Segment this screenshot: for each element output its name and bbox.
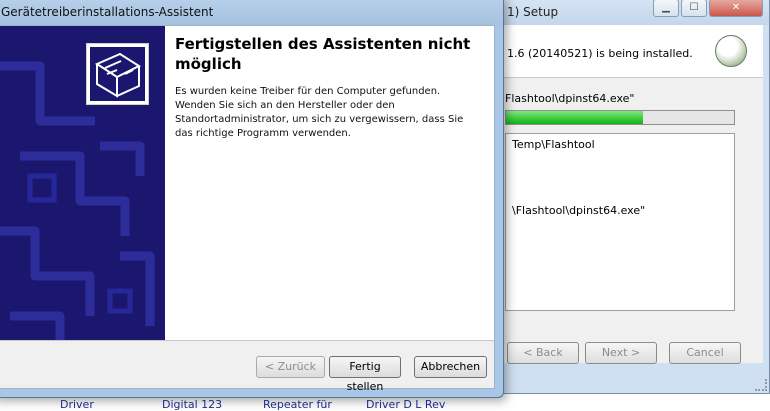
installer-badge-icon (715, 35, 747, 67)
setup-window: 1) Setup ▁ ☐ ✕ 1.6 (20140521) is being i… (480, 0, 770, 394)
log-line: \Flashtool\dpinst64.exe" (512, 204, 646, 217)
wizard-titlebar[interactable]: Gerätetreiberinstallations-Assistent (0, 0, 503, 25)
wizard-content: Fertigstellen des Assistenten nicht mögl… (165, 26, 494, 340)
wizard-heading: Fertigstellen des Assistenten nicht mögl… (175, 35, 471, 73)
setup-next-button[interactable]: Next > (585, 342, 657, 364)
install-progress-fill (506, 111, 643, 124)
minimize-button[interactable]: ▁ (653, 0, 679, 17)
maximize-button[interactable]: ☐ (681, 0, 707, 17)
setup-titlebar[interactable]: 1) Setup ▁ ☐ ✕ (481, 0, 769, 25)
close-button[interactable]: ✕ (709, 0, 763, 17)
wizard-window-title: Gerätetreiberinstallations-Assistent (1, 5, 214, 19)
setup-header: 1.6 (20140521) is being installed. (487, 25, 763, 78)
setup-back-button[interactable]: < Back (507, 342, 579, 364)
desktop-item-label[interactable]: Driver (60, 398, 94, 411)
desktop-item-label[interactable]: Driver D L Rev (366, 398, 445, 411)
wizard-finish-button[interactable]: Fertig stellen (329, 356, 401, 393)
desktop-item-label[interactable]: Digital 123 (162, 398, 222, 411)
wizard-cancel-button[interactable]: Abbrechen (414, 356, 487, 378)
wizard-side-panel (0, 26, 165, 340)
wizard-message: Es wurden keine Treiber für den Computer… (175, 86, 464, 139)
wizard-back-button[interactable]: < Zurück (256, 356, 325, 378)
wizard-client: Fertigstellen des Assistenten nicht mögl… (0, 25, 495, 393)
desktop-item-label[interactable]: Repeater für (263, 398, 332, 411)
wizard-divider (0, 340, 494, 341)
install-log[interactable]: Temp\Flashtool \Flashtool\dpinst64.exe" (505, 133, 735, 311)
setup-window-title: 1) Setup (507, 5, 559, 19)
log-line: Temp\Flashtool (512, 138, 595, 151)
install-progress-bar (505, 110, 735, 125)
hardware-device-icon (86, 43, 149, 105)
resize-grip-icon[interactable] (755, 379, 767, 391)
driver-wizard-window: Gerätetreiberinstallations-Assistent Fer… (0, 0, 504, 398)
setup-body: Flashtool\dpinst64.exe" Temp\Flashtool \… (487, 78, 763, 364)
setup-header-text: 1.6 (20140521) is being installed. (507, 47, 693, 60)
setup-status-text: Flashtool\dpinst64.exe" (505, 92, 635, 105)
setup-cancel-button[interactable]: Cancel (669, 342, 741, 364)
